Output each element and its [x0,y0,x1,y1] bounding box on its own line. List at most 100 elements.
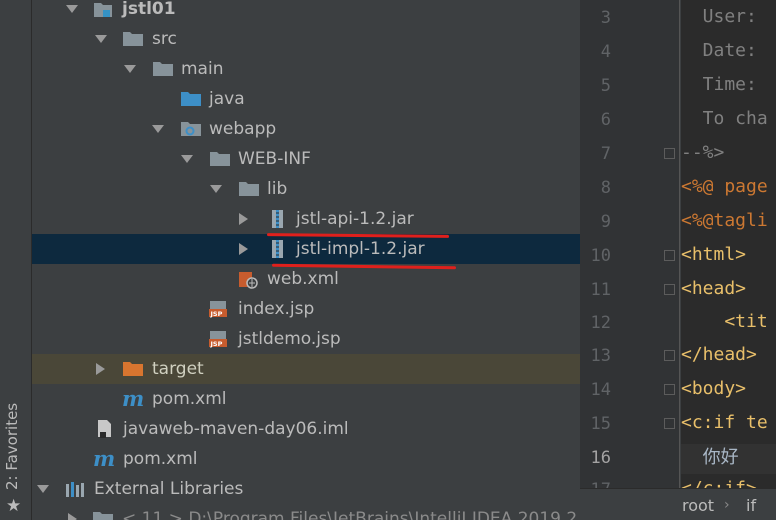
line-number: 13 [590,346,611,366]
code-line: <c:if te [681,412,768,433]
line-number: 4 [600,42,611,62]
tree-item-label: jstldemo.jsp [238,329,341,349]
tree-item-src[interactable]: src [32,24,580,54]
line-number: 9 [600,212,611,232]
line-number: 6 [600,110,611,130]
chevron-down-icon[interactable] [181,153,193,165]
svg-text:JSP: JSP [210,310,223,318]
editor-breadcrumb: root › if [580,488,776,520]
excluded-folder-icon [123,362,143,376]
tree-item-target[interactable]: target [32,354,580,384]
fold-marker-icon[interactable] [664,284,675,295]
tree-item-label: java [209,89,245,109]
chevron-down-icon[interactable] [152,123,164,135]
tree-item-jstl01[interactable]: jstl01 [32,0,580,24]
tree-item-label: jstl-api-1.2.jar [296,209,414,229]
code-line: <head> [681,278,747,299]
svg-text:JSP: JSP [210,340,223,348]
folder-icon [239,182,259,196]
svg-text:m: m [93,449,115,469]
chevron-right-icon[interactable] [237,213,249,225]
svg-text:m: m [122,389,144,409]
tree-item-web-inf[interactable]: WEB-INF [32,144,580,174]
line-number: 15 [590,414,611,434]
maven-icon: m [93,449,115,469]
chevron-down-icon[interactable] [37,483,49,495]
code-line: <%@tagli [681,210,768,231]
favorites-tab[interactable]: 2: Favorites [3,403,21,490]
tree-item-label: pom.xml [152,389,227,409]
chevron-down-icon[interactable] [210,183,222,195]
chevron-right-icon[interactable] [94,363,106,375]
tree-item-web-xml[interactable]: web.xml [32,264,580,294]
tree-item-label: jstl-impl-1.2.jar [296,239,425,259]
code-line: </head> [681,344,757,365]
tree-item-pom-xml[interactable]: m pom.xml [32,384,580,414]
tree-item-label: index.jsp [238,299,315,319]
fold-marker-icon[interactable] [664,148,675,159]
breadcrumb-item-root[interactable]: root [682,496,714,515]
tree-item-label: External Libraries [94,479,244,499]
line-number: 14 [590,380,611,400]
web-xml-icon [239,272,258,289]
tree-item-label: src [152,29,177,49]
star-icon[interactable]: ★ [6,496,21,516]
tree-item-label: lib [267,179,288,199]
fold-marker-icon[interactable] [664,384,675,395]
tree-item-pom-xml[interactable]: m pom.xml [32,444,580,474]
fold-marker-icon[interactable] [664,250,675,261]
fold-marker-icon[interactable] [664,418,675,429]
folder-icon [210,152,230,166]
tree-item-label: target [152,359,204,379]
line-number: 8 [600,178,611,198]
tree-item-label: WEB-INF [238,149,311,169]
tree-item-label: main [181,59,224,79]
tree-item-main[interactable]: main [32,54,580,84]
jar-icon [272,210,283,228]
code-line: --%> [681,142,725,163]
chevron-right-icon[interactable] [66,513,78,520]
line-number: 5 [600,76,611,96]
tree-item-iml-file[interactable]: javaweb-maven-day06.iml [32,414,580,444]
jsp-icon: JSP [209,331,227,348]
jsp-icon: JSP [209,301,227,318]
chevron-down-icon[interactable] [95,33,107,45]
tree-item-sdk[interactable]: < 11 > D:\Program Files\JetBrains\Intell… [32,504,580,520]
line-number: 7 [600,144,611,164]
tree-item-java[interactable]: java [32,84,580,114]
tree-item-label: < 11 > D:\Program Files\JetBrains\Intell… [122,509,580,520]
jar-icon [272,240,283,258]
folder-icon [153,62,173,76]
chevron-down-icon[interactable] [66,3,78,15]
tree-item-jstldemo-jsp[interactable]: JSP jstldemo.jsp [32,324,580,354]
code-line-current: 你好 [681,444,776,474]
line-number-current: 16 [590,448,611,468]
sdk-folder-icon [93,512,113,520]
code-line: To cha [681,108,768,129]
left-tool-strip: 2: Favorites ★ [0,0,32,520]
tree-item-index-jsp[interactable]: JSP index.jsp [32,294,580,324]
fold-marker-icon[interactable] [664,350,675,361]
code-editor[interactable]: User: Date: Time: To cha --%> <%@ page <… [681,0,776,520]
chevron-right-icon: › [724,497,730,513]
tree-item-lib[interactable]: lib [32,174,580,204]
tree-item-label: web.xml [267,269,339,289]
tree-item-jstl-impl-jar[interactable]: jstl-impl-1.2.jar [32,234,580,264]
module-folder-icon [94,3,112,17]
tree-item-external-libraries[interactable]: External Libraries [32,474,580,504]
editor-gutter: 3 4 5 6 7 8 9 10 11 12 13 14 15 16 17 [580,0,680,520]
code-line: <html> [681,244,747,265]
chevron-right-icon[interactable] [237,243,249,255]
code-line: <%@ page [681,176,768,197]
tree-item-jstl-api-jar[interactable]: jstl-api-1.2.jar [32,204,580,234]
tree-item-webapp[interactable]: webapp [32,114,580,144]
source-folder-icon [181,92,201,106]
project-tree: jstl01 src main java webapp WEB-INF lib … [32,0,580,520]
code-line: <tit [681,311,768,332]
code-line: Time: [681,74,757,95]
breadcrumb-item-if[interactable]: if [746,496,756,515]
code-line: Date: [681,40,757,61]
iml-file-icon [98,420,111,438]
line-number: 12 [590,313,611,333]
chevron-down-icon[interactable] [124,63,136,75]
